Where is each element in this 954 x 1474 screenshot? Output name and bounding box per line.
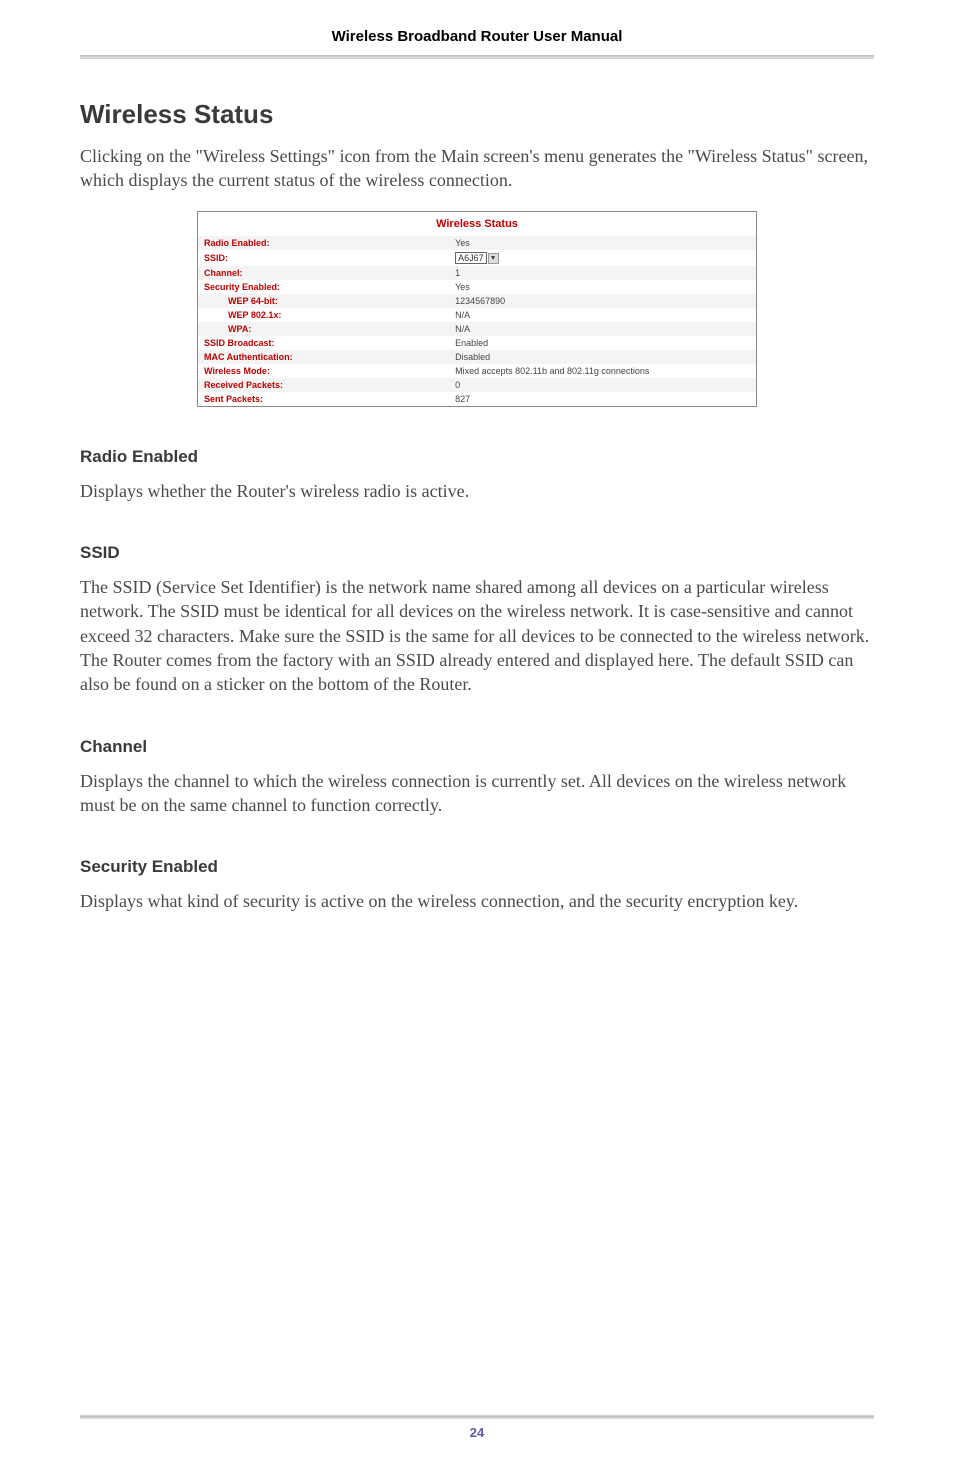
document-header-title: Wireless Broadband Router User Manual bbox=[80, 28, 874, 45]
status-row-value: 827 bbox=[449, 392, 756, 406]
status-row-label: Radio Enabled: bbox=[198, 236, 449, 250]
status-row-value: A6J67▼ bbox=[449, 250, 756, 266]
status-row-label: SSID Broadcast: bbox=[198, 336, 449, 350]
status-row-label: Wireless Mode: bbox=[198, 364, 449, 378]
subsection-body: Displays the channel to which the wirele… bbox=[80, 769, 874, 818]
status-row-value: 0 bbox=[449, 378, 756, 392]
status-row: Radio Enabled:Yes bbox=[198, 236, 756, 250]
status-row: SSID Broadcast:Enabled bbox=[198, 336, 756, 350]
status-row: WEP 802.1x:N/A bbox=[198, 308, 756, 322]
status-row-label: SSID: bbox=[198, 250, 449, 266]
status-row-value: Yes bbox=[449, 236, 756, 250]
chevron-down-icon[interactable]: ▼ bbox=[488, 253, 499, 264]
status-row-label: Received Packets: bbox=[198, 378, 449, 392]
subsection-body: The SSID (Service Set Identifier) is the… bbox=[80, 575, 874, 696]
status-row-label: MAC Authentication: bbox=[198, 350, 449, 364]
footer-divider bbox=[80, 1415, 874, 1419]
wireless-status-table: Radio Enabled:YesSSID:A6J67▼Channel:1Sec… bbox=[198, 236, 756, 406]
status-row: WEP 64-bit:1234567890 bbox=[198, 294, 756, 308]
status-row-label: Channel: bbox=[198, 266, 449, 280]
status-row-value: 1 bbox=[449, 266, 756, 280]
ssid-select[interactable]: A6J67 bbox=[455, 252, 487, 264]
subsection-heading: SSID bbox=[80, 543, 874, 563]
status-row-value: N/A bbox=[449, 308, 756, 322]
status-row-value: Mixed accepts 802.11b and 802.11g connec… bbox=[449, 364, 756, 378]
status-row-value: Disabled bbox=[449, 350, 756, 364]
status-row: Sent Packets:827 bbox=[198, 392, 756, 406]
status-row: Received Packets:0 bbox=[198, 378, 756, 392]
status-row-value: 1234567890 bbox=[449, 294, 756, 308]
status-row-label: WEP 64-bit: bbox=[198, 294, 449, 308]
status-row-value: Yes bbox=[449, 280, 756, 294]
page-number: 24 bbox=[0, 1425, 954, 1440]
status-row-label: WPA: bbox=[198, 322, 449, 336]
subsection-heading: Channel bbox=[80, 737, 874, 757]
status-row: SSID:A6J67▼ bbox=[198, 250, 756, 266]
page-container: Wireless Broadband Router User Manual Wi… bbox=[0, 0, 954, 1474]
subsection-body: Displays whether the Router's wireless r… bbox=[80, 479, 874, 503]
wireless-status-caption: Wireless Status bbox=[198, 212, 756, 236]
section-heading-wireless-status: Wireless Status bbox=[80, 99, 874, 130]
status-row-label: Security Enabled: bbox=[198, 280, 449, 294]
status-row: MAC Authentication:Disabled bbox=[198, 350, 756, 364]
status-row: Channel:1 bbox=[198, 266, 756, 280]
wireless-status-panel: Wireless Status Radio Enabled:YesSSID:A6… bbox=[197, 211, 757, 407]
status-row-label: Sent Packets: bbox=[198, 392, 449, 406]
status-row-value: N/A bbox=[449, 322, 756, 336]
status-row: Wireless Mode:Mixed accepts 802.11b and … bbox=[198, 364, 756, 378]
section-intro-paragraph: Clicking on the "Wireless Settings" icon… bbox=[80, 144, 874, 193]
page-footer: 24 bbox=[0, 1415, 954, 1440]
header-divider bbox=[80, 55, 874, 59]
status-row: Security Enabled:Yes bbox=[198, 280, 756, 294]
subsection-heading: Radio Enabled bbox=[80, 447, 874, 467]
status-row-label: WEP 802.1x: bbox=[198, 308, 449, 322]
subsection-heading: Security Enabled bbox=[80, 857, 874, 877]
status-row: WPA:N/A bbox=[198, 322, 756, 336]
subsection-body: Displays what kind of security is active… bbox=[80, 889, 874, 913]
status-row-value: Enabled bbox=[449, 336, 756, 350]
